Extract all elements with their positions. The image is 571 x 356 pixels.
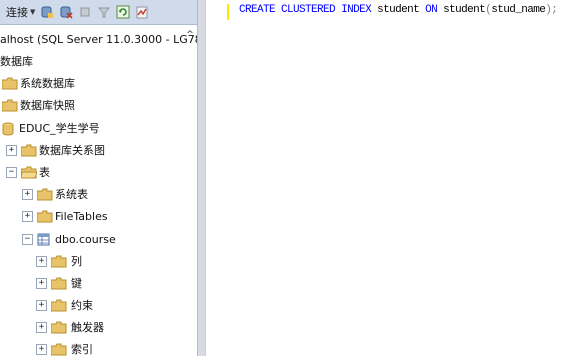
object-explorer: 连接 ▼ ^ alhost (SQL Server 11.0.3000 - LG…: [0, 0, 197, 356]
db-snapshots-label: 数据库快照: [20, 99, 75, 112]
tree-node-server[interactable]: alhost (SQL Server 11.0.3000 - LG78\adm: [0, 28, 197, 50]
db-diagrams-label: 数据库关系图: [39, 144, 105, 157]
tree-node-keys[interactable]: + 键: [0, 272, 197, 294]
tree-node-db-diagrams[interactable]: + 数据库关系图: [0, 139, 197, 161]
folder-icon: [36, 210, 53, 223]
tree-node-educ-database[interactable]: EDUC_学生学号: [0, 117, 197, 139]
filetables-label: FileTables: [55, 209, 108, 223]
index-name: student: [377, 4, 420, 16]
folder-icon: [50, 343, 67, 356]
keyword-clustered: CLUSTERED: [281, 4, 336, 16]
indexes-label: 索引: [71, 343, 93, 356]
folder-icon: [50, 321, 67, 334]
expand-plus-icon[interactable]: +: [36, 277, 47, 289]
stop-icon[interactable]: [78, 5, 92, 19]
tree-node-db-snapshots[interactable]: 数据库快照: [0, 94, 197, 116]
folder-icon: [1, 99, 18, 112]
triggers-label: 触发器: [71, 321, 104, 334]
tree-node-system-tables[interactable]: + 系统表: [0, 183, 197, 205]
expand-plus-icon[interactable]: +: [36, 343, 47, 355]
connect-db-icon[interactable]: [40, 5, 54, 19]
pane-splitter[interactable]: [197, 0, 206, 356]
collapse-minus-icon[interactable]: −: [22, 233, 33, 245]
tree-node-constraints[interactable]: + 约束: [0, 294, 197, 316]
database-icon: [2, 122, 14, 135]
tree-node-columns[interactable]: + 列: [0, 250, 197, 272]
collapse-minus-icon[interactable]: −: [6, 166, 17, 178]
tree-node-dbo-course[interactable]: − dbo.course: [0, 228, 197, 250]
folder-open-icon: [20, 166, 38, 179]
query-editor[interactable]: CREATE CLUSTERED INDEX student ON studen…: [206, 0, 571, 356]
tree-node-tables[interactable]: − 表: [0, 161, 197, 183]
keys-label: 键: [71, 277, 82, 290]
educ-database-label: EDUC_学生学号: [19, 122, 100, 135]
connect-button[interactable]: 连接: [6, 4, 28, 20]
keyword-index: INDEX: [341, 4, 372, 16]
expand-plus-icon[interactable]: +: [36, 321, 47, 333]
tree-node-filetables[interactable]: + FileTables: [0, 205, 197, 227]
columns-label: 列: [71, 255, 82, 268]
keyword-create: CREATE: [239, 4, 276, 16]
system-databases-label: 系统数据库: [20, 77, 75, 90]
table-name: student: [443, 4, 486, 16]
expand-plus-icon[interactable]: +: [22, 188, 33, 200]
tree-node-databases[interactable]: 数据库: [0, 50, 197, 72]
tree-node-triggers[interactable]: + 触发器: [0, 316, 197, 338]
tables-label: 表: [39, 166, 50, 179]
expand-plus-icon[interactable]: +: [22, 210, 33, 222]
folder-icon: [50, 299, 67, 312]
activity-monitor-icon[interactable]: [135, 5, 149, 19]
code-line-1[interactable]: CREATE CLUSTERED INDEX student ON studen…: [239, 4, 558, 16]
server-label: alhost (SQL Server 11.0.3000 - LG78\adm: [0, 32, 197, 46]
connect-dropdown-icon[interactable]: ▼: [30, 8, 35, 16]
statement-terminator: ;: [551, 4, 558, 16]
folder-icon: [1, 77, 18, 90]
constraints-label: 约束: [71, 299, 93, 312]
changed-line-marker: [227, 4, 229, 20]
databases-label: 数据库: [0, 55, 33, 68]
folder-icon: [50, 255, 67, 268]
folder-icon: [50, 277, 67, 290]
expand-plus-icon[interactable]: +: [6, 144, 17, 156]
tree-node-system-databases[interactable]: 系统数据库: [0, 72, 197, 94]
column-name: stud_name: [491, 4, 546, 16]
filter-icon[interactable]: [97, 5, 111, 19]
disconnect-icon[interactable]: [59, 5, 73, 19]
refresh-icon[interactable]: [116, 5, 130, 19]
folder-icon: [20, 144, 37, 157]
system-tables-label: 系统表: [55, 188, 88, 201]
tree-node-indexes[interactable]: + 索引: [0, 338, 197, 356]
object-explorer-toolbar: 连接 ▼: [0, 0, 197, 25]
table-icon: [37, 233, 51, 246]
expand-plus-icon[interactable]: +: [36, 255, 47, 267]
dbo-course-label: dbo.course: [55, 232, 116, 246]
keyword-on: ON: [425, 4, 438, 16]
folder-icon: [36, 188, 53, 201]
expand-plus-icon[interactable]: +: [36, 299, 47, 311]
